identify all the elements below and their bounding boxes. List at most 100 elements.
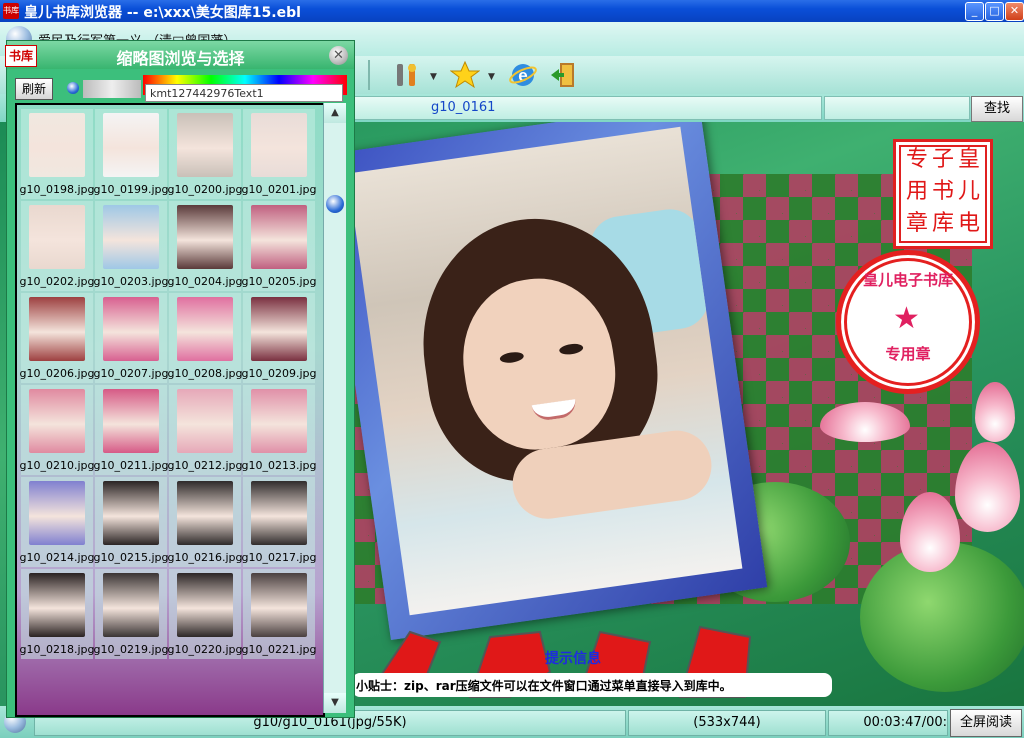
thumbnail-item[interactable]: g10_0208.jpg: [168, 293, 243, 383]
search-input[interactable]: [824, 96, 970, 120]
star-favorites-icon[interactable]: [450, 60, 480, 90]
thumbnail-image[interactable]: [29, 389, 85, 453]
thumbnail-image[interactable]: [251, 205, 307, 269]
thumbnail-panel: 缩略图浏览与选择 书库 ✕ 刷新 kmt127442976Text1 g10_0…: [5, 40, 355, 718]
thumbnail-image[interactable]: [177, 113, 233, 177]
thumbnail-label: g10_0203.jpg: [93, 275, 169, 288]
thumbnail-image[interactable]: [177, 297, 233, 361]
seal-char: 儿: [957, 179, 980, 204]
thumbnail-item[interactable]: g10_0218.jpg: [20, 569, 95, 659]
thumbnail-item[interactable]: g10_0206.jpg: [20, 293, 95, 383]
thumbnail-image[interactable]: [103, 573, 159, 637]
minimize-button[interactable]: _: [965, 2, 984, 21]
status-dimensions: (533x744): [628, 710, 826, 736]
radio-orb-icon[interactable]: [67, 82, 79, 94]
thumbnail-label: g10_0218.jpg: [19, 643, 95, 656]
thumbnail-label: g10_0207.jpg: [93, 367, 169, 380]
thumbnail-item[interactable]: g10_0219.jpg: [94, 569, 169, 659]
status-time: 00:03:47/00:: [828, 710, 948, 736]
thumbnail-item[interactable]: g10_0210.jpg: [20, 385, 95, 475]
thumbnail-label: g10_0215.jpg: [93, 551, 169, 564]
thumbnail-image[interactable]: [251, 573, 307, 637]
search-button[interactable]: 查找: [971, 96, 1023, 122]
thumbnail-image[interactable]: [103, 481, 159, 545]
scroll-thumb[interactable]: [326, 195, 344, 213]
thumbnail-item[interactable]: g10_0207.jpg: [94, 293, 169, 383]
thumbnail-label: g10_0221.jpg: [241, 643, 317, 656]
thumbnail-grid: g10_0198.jpg g10_0199.jpg g10_0200.jpg g10_…: [15, 103, 325, 717]
tools-dropdown-caret-icon[interactable]: ▼: [430, 72, 437, 82]
thumbnail-label: g10_0205.jpg: [241, 275, 317, 288]
vertical-scrollbar[interactable]: ▲ ▼: [323, 103, 346, 713]
lotus-flower-image: [955, 442, 1020, 532]
panel-text-field[interactable]: kmt127442976Text1: [145, 84, 343, 102]
thumbnail-image[interactable]: [103, 297, 159, 361]
thumbnail-item[interactable]: g10_0215.jpg: [94, 477, 169, 567]
thumbnail-label: g10_0201.jpg: [241, 183, 317, 196]
thumbnail-panel-title: 缩略图浏览与选择: [116, 49, 245, 68]
gray-slider[interactable]: [83, 80, 141, 98]
seal-char: 电: [957, 211, 980, 236]
thumbnail-image[interactable]: [251, 113, 307, 177]
tip-title: 提示信息: [545, 651, 601, 667]
scroll-up-arrow-icon[interactable]: ▲: [324, 103, 346, 123]
thumbnail-item[interactable]: g10_0216.jpg: [168, 477, 243, 567]
thumbnail-image[interactable]: [177, 573, 233, 637]
thumbnail-item[interactable]: g10_0220.jpg: [168, 569, 243, 659]
thumbnail-item[interactable]: g10_0202.jpg: [20, 201, 95, 291]
thumbnail-label: g10_0211.jpg: [93, 459, 169, 472]
thumbnail-item[interactable]: g10_0214.jpg: [20, 477, 95, 567]
thumbnail-label: g10_0217.jpg: [241, 551, 317, 564]
thumbnail-item[interactable]: g10_0209.jpg: [242, 293, 317, 383]
thumbnail-item[interactable]: g10_0211.jpg: [94, 385, 169, 475]
thumbnail-image[interactable]: [103, 113, 159, 177]
exit-door-icon[interactable]: [548, 60, 578, 90]
thumbnail-item[interactable]: g10_0212.jpg: [168, 385, 243, 475]
thumbnail-item[interactable]: g10_0204.jpg: [168, 201, 243, 291]
thumbnail-panel-header[interactable]: 缩略图浏览与选择 书库 ✕: [5, 41, 354, 69]
thumbnail-item[interactable]: g10_0198.jpg: [20, 109, 95, 199]
thumbnail-image[interactable]: [251, 481, 307, 545]
thumbnail-item[interactable]: g10_0203.jpg: [94, 201, 169, 291]
thumbnail-image[interactable]: [177, 389, 233, 453]
current-file-box: g10_0161: [350, 96, 822, 120]
thumbnail-image[interactable]: [251, 389, 307, 453]
thumbnail-item[interactable]: g10_0221.jpg: [242, 569, 317, 659]
internet-explorer-icon[interactable]: e: [508, 60, 538, 90]
thumbnail-image[interactable]: [177, 481, 233, 545]
thumbnail-image[interactable]: [29, 297, 85, 361]
thumbnail-item[interactable]: g10_0213.jpg: [242, 385, 317, 475]
fullscreen-read-button[interactable]: 全屏阅读: [950, 709, 1022, 737]
tools-icon[interactable]: [392, 60, 422, 90]
thumbnail-image[interactable]: [251, 297, 307, 361]
current-file-name: g10_0161: [431, 100, 496, 115]
maximize-button[interactable]: □: [985, 2, 1004, 21]
thumbnail-image[interactable]: [29, 481, 85, 545]
title-bar: 书库 皇儿书库浏览器 -- e:\xxx\美女图库15.ebl _ □ ✕: [0, 0, 1024, 22]
thumbnail-image[interactable]: [177, 205, 233, 269]
thumbnail-image[interactable]: [29, 113, 85, 177]
thumbnail-label: g10_0210.jpg: [19, 459, 95, 472]
thumbnail-label: g10_0220.jpg: [167, 643, 243, 656]
thumbnail-image[interactable]: [29, 205, 85, 269]
thumbnail-label: g10_0200.jpg: [167, 183, 243, 196]
refresh-button[interactable]: 刷新: [15, 78, 53, 100]
thumbnail-image[interactable]: [103, 389, 159, 453]
thumbnail-label: g10_0216.jpg: [167, 551, 243, 564]
library-mark-icon: 书库: [5, 45, 37, 67]
scroll-down-arrow-icon[interactable]: ▼: [324, 693, 346, 713]
thumbnail-label: g10_0212.jpg: [167, 459, 243, 472]
thumbnail-item[interactable]: g10_0217.jpg: [242, 477, 317, 567]
thumbnail-label: g10_0219.jpg: [93, 643, 169, 656]
favorites-dropdown-caret-icon[interactable]: ▼: [488, 72, 495, 82]
thumbnail-item[interactable]: g10_0205.jpg: [242, 201, 317, 291]
thumbnail-image[interactable]: [103, 205, 159, 269]
thumbnail-image[interactable]: [29, 573, 85, 637]
close-button[interactable]: ✕: [1005, 2, 1024, 21]
thumbnail-item[interactable]: g10_0201.jpg: [242, 109, 317, 199]
panel-close-button[interactable]: ✕: [329, 46, 348, 65]
thumbnail-item[interactable]: g10_0199.jpg: [94, 109, 169, 199]
thumbnail-label: g10_0214.jpg: [19, 551, 95, 564]
main-photo[interactable]: [347, 126, 743, 616]
thumbnail-item[interactable]: g10_0200.jpg: [168, 109, 243, 199]
